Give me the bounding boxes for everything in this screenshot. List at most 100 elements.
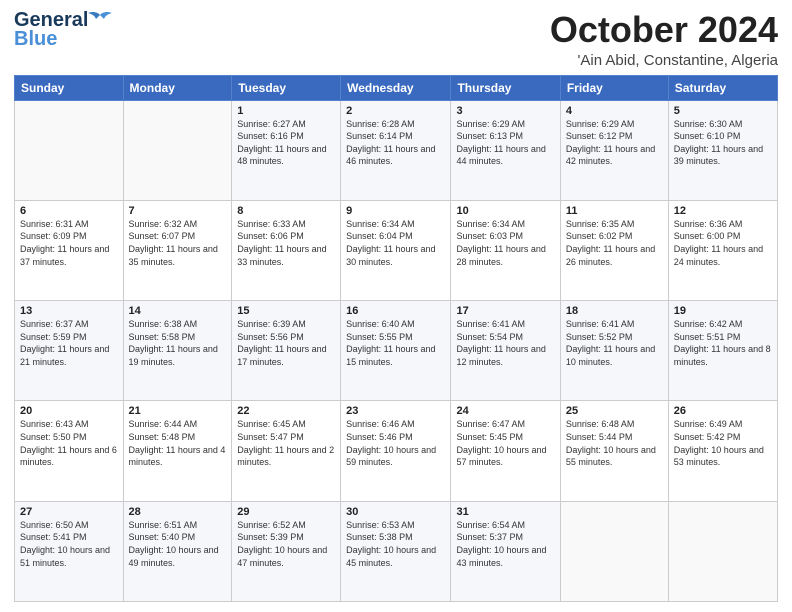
day-info: Sunrise: 6:28 AMSunset: 6:14 PMDaylight:… [346,118,445,168]
table-row: 16Sunrise: 6:40 AMSunset: 5:55 PMDayligh… [341,301,451,401]
table-row: 29Sunrise: 6:52 AMSunset: 5:39 PMDayligh… [232,501,341,601]
day-info: Sunrise: 6:42 AMSunset: 5:51 PMDaylight:… [674,318,772,368]
table-row [15,100,124,200]
day-info: Sunrise: 6:54 AMSunset: 5:37 PMDaylight:… [456,519,554,569]
day-number: 24 [456,405,554,417]
day-number: 4 [566,105,663,117]
day-info: Sunrise: 6:29 AMSunset: 6:13 PMDaylight:… [456,118,554,168]
table-row: 8Sunrise: 6:33 AMSunset: 6:06 PMDaylight… [232,200,341,300]
day-number: 27 [20,506,118,518]
day-number: 2 [346,105,445,117]
table-row: 9Sunrise: 6:34 AMSunset: 6:04 PMDaylight… [341,200,451,300]
calendar-week-row: 20Sunrise: 6:43 AMSunset: 5:50 PMDayligh… [15,401,778,501]
table-row: 19Sunrise: 6:42 AMSunset: 5:51 PMDayligh… [668,301,777,401]
table-row: 23Sunrise: 6:46 AMSunset: 5:46 PMDayligh… [341,401,451,501]
table-row [668,501,777,601]
table-row: 14Sunrise: 6:38 AMSunset: 5:58 PMDayligh… [123,301,232,401]
day-number: 14 [129,305,227,317]
day-number: 25 [566,405,663,417]
day-number: 18 [566,305,663,317]
day-info: Sunrise: 6:47 AMSunset: 5:45 PMDaylight:… [456,418,554,468]
month-title: October 2024 [550,10,778,50]
day-number: 9 [346,205,445,217]
location-title: 'Ain Abid, Constantine, Algeria [550,52,778,69]
day-info: Sunrise: 6:41 AMSunset: 5:52 PMDaylight:… [566,318,663,368]
header: General Blue October 2024 'Ain Abid, Con… [14,10,778,69]
day-info: Sunrise: 6:38 AMSunset: 5:58 PMDaylight:… [129,318,227,368]
day-info: Sunrise: 6:49 AMSunset: 5:42 PMDaylight:… [674,418,772,468]
day-number: 26 [674,405,772,417]
day-info: Sunrise: 6:48 AMSunset: 5:44 PMDaylight:… [566,418,663,468]
day-number: 10 [456,205,554,217]
day-number: 20 [20,405,118,417]
table-row: 24Sunrise: 6:47 AMSunset: 5:45 PMDayligh… [451,401,560,501]
table-row [123,100,232,200]
day-info: Sunrise: 6:35 AMSunset: 6:02 PMDaylight:… [566,218,663,268]
day-info: Sunrise: 6:50 AMSunset: 5:41 PMDaylight:… [20,519,118,569]
table-row: 1Sunrise: 6:27 AMSunset: 6:16 PMDaylight… [232,100,341,200]
day-info: Sunrise: 6:51 AMSunset: 5:40 PMDaylight:… [129,519,227,569]
day-info: Sunrise: 6:34 AMSunset: 6:04 PMDaylight:… [346,218,445,268]
day-info: Sunrise: 6:46 AMSunset: 5:46 PMDaylight:… [346,418,445,468]
table-row: 20Sunrise: 6:43 AMSunset: 5:50 PMDayligh… [15,401,124,501]
day-number: 23 [346,405,445,417]
table-row: 3Sunrise: 6:29 AMSunset: 6:13 PMDaylight… [451,100,560,200]
table-row: 7Sunrise: 6:32 AMSunset: 6:07 PMDaylight… [123,200,232,300]
day-info: Sunrise: 6:41 AMSunset: 5:54 PMDaylight:… [456,318,554,368]
calendar-table: Sunday Monday Tuesday Wednesday Thursday… [14,75,778,602]
table-row: 13Sunrise: 6:37 AMSunset: 5:59 PMDayligh… [15,301,124,401]
day-info: Sunrise: 6:45 AMSunset: 5:47 PMDaylight:… [237,418,335,468]
table-row: 30Sunrise: 6:53 AMSunset: 5:38 PMDayligh… [341,501,451,601]
day-info: Sunrise: 6:43 AMSunset: 5:50 PMDaylight:… [20,418,118,468]
day-number: 12 [674,205,772,217]
day-info: Sunrise: 6:52 AMSunset: 5:39 PMDaylight:… [237,519,335,569]
logo-bird-icon [88,11,112,31]
table-row: 28Sunrise: 6:51 AMSunset: 5:40 PMDayligh… [123,501,232,601]
col-monday: Monday [123,75,232,100]
col-sunday: Sunday [15,75,124,100]
day-info: Sunrise: 6:30 AMSunset: 6:10 PMDaylight:… [674,118,772,168]
title-area: October 2024 'Ain Abid, Constantine, Alg… [550,10,778,69]
day-number: 16 [346,305,445,317]
table-row: 17Sunrise: 6:41 AMSunset: 5:54 PMDayligh… [451,301,560,401]
col-saturday: Saturday [668,75,777,100]
table-row: 22Sunrise: 6:45 AMSunset: 5:47 PMDayligh… [232,401,341,501]
table-row: 2Sunrise: 6:28 AMSunset: 6:14 PMDaylight… [341,100,451,200]
calendar-week-row: 27Sunrise: 6:50 AMSunset: 5:41 PMDayligh… [15,501,778,601]
day-number: 31 [456,506,554,518]
col-thursday: Thursday [451,75,560,100]
day-number: 6 [20,205,118,217]
page: General Blue October 2024 'Ain Abid, Con… [0,0,792,612]
table-row: 11Sunrise: 6:35 AMSunset: 6:02 PMDayligh… [560,200,668,300]
day-info: Sunrise: 6:32 AMSunset: 6:07 PMDaylight:… [129,218,227,268]
day-number: 28 [129,506,227,518]
table-row: 31Sunrise: 6:54 AMSunset: 5:37 PMDayligh… [451,501,560,601]
day-number: 5 [674,105,772,117]
day-number: 17 [456,305,554,317]
calendar-week-row: 13Sunrise: 6:37 AMSunset: 5:59 PMDayligh… [15,301,778,401]
table-row: 26Sunrise: 6:49 AMSunset: 5:42 PMDayligh… [668,401,777,501]
day-info: Sunrise: 6:36 AMSunset: 6:00 PMDaylight:… [674,218,772,268]
table-row: 5Sunrise: 6:30 AMSunset: 6:10 PMDaylight… [668,100,777,200]
day-info: Sunrise: 6:37 AMSunset: 5:59 PMDaylight:… [20,318,118,368]
day-number: 8 [237,205,335,217]
day-number: 11 [566,205,663,217]
col-tuesday: Tuesday [232,75,341,100]
table-row: 4Sunrise: 6:29 AMSunset: 6:12 PMDaylight… [560,100,668,200]
day-info: Sunrise: 6:27 AMSunset: 6:16 PMDaylight:… [237,118,335,168]
day-number: 19 [674,305,772,317]
calendar-week-row: 1Sunrise: 6:27 AMSunset: 6:16 PMDaylight… [15,100,778,200]
calendar-week-row: 6Sunrise: 6:31 AMSunset: 6:09 PMDaylight… [15,200,778,300]
day-number: 3 [456,105,554,117]
table-row: 10Sunrise: 6:34 AMSunset: 6:03 PMDayligh… [451,200,560,300]
day-number: 15 [237,305,335,317]
day-number: 22 [237,405,335,417]
day-info: Sunrise: 6:39 AMSunset: 5:56 PMDaylight:… [237,318,335,368]
day-number: 1 [237,105,335,117]
table-row: 6Sunrise: 6:31 AMSunset: 6:09 PMDaylight… [15,200,124,300]
table-row: 27Sunrise: 6:50 AMSunset: 5:41 PMDayligh… [15,501,124,601]
day-number: 21 [129,405,227,417]
day-info: Sunrise: 6:31 AMSunset: 6:09 PMDaylight:… [20,218,118,268]
day-number: 30 [346,506,445,518]
day-info: Sunrise: 6:34 AMSunset: 6:03 PMDaylight:… [456,218,554,268]
